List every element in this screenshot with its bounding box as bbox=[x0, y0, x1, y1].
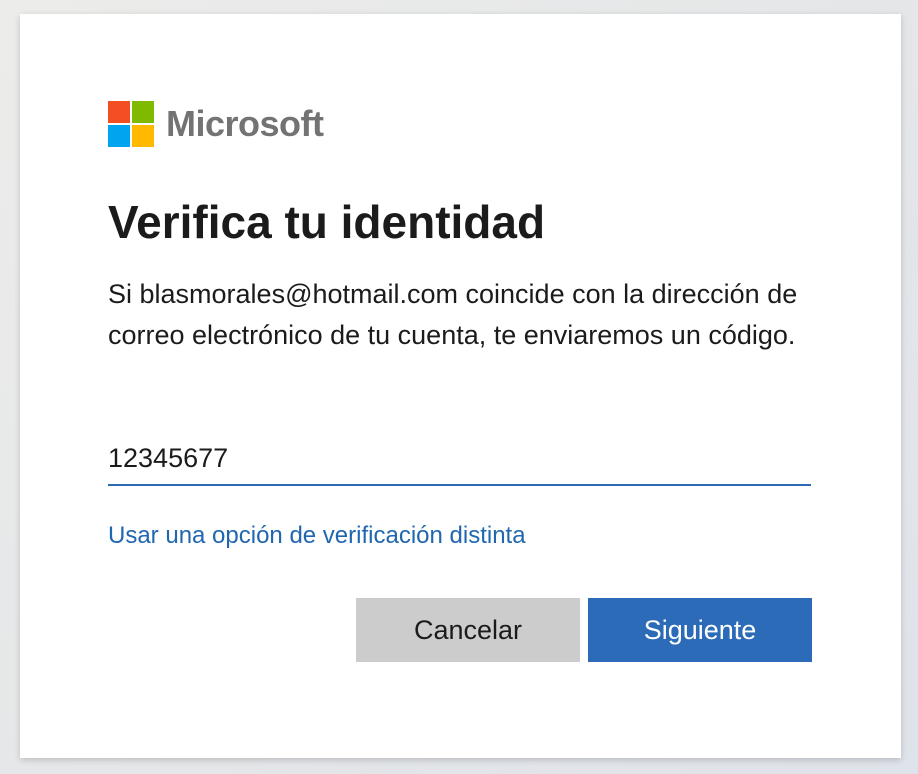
logo-square-red bbox=[108, 101, 130, 123]
logo-square-yellow bbox=[132, 125, 154, 147]
code-input[interactable] bbox=[108, 432, 811, 486]
logo-square-green bbox=[132, 101, 154, 123]
cancel-button[interactable]: Cancelar bbox=[356, 598, 580, 662]
logo-square-blue bbox=[108, 125, 130, 147]
logo-wordmark: Microsoft bbox=[166, 103, 324, 144]
instruction-text: Si blasmorales@hotmail.com coincide con … bbox=[108, 279, 798, 350]
verification-card: Microsoft Verifica tu identidad Si blasm… bbox=[20, 14, 901, 758]
next-button[interactable]: Siguiente bbox=[588, 598, 812, 662]
microsoft-logo-icon bbox=[108, 101, 154, 147]
microsoft-logo: Microsoft bbox=[108, 101, 324, 147]
page-title: Verifica tu identidad bbox=[108, 196, 546, 248]
alternate-verification-link[interactable]: Usar una opción de verificación distinta bbox=[108, 522, 526, 550]
